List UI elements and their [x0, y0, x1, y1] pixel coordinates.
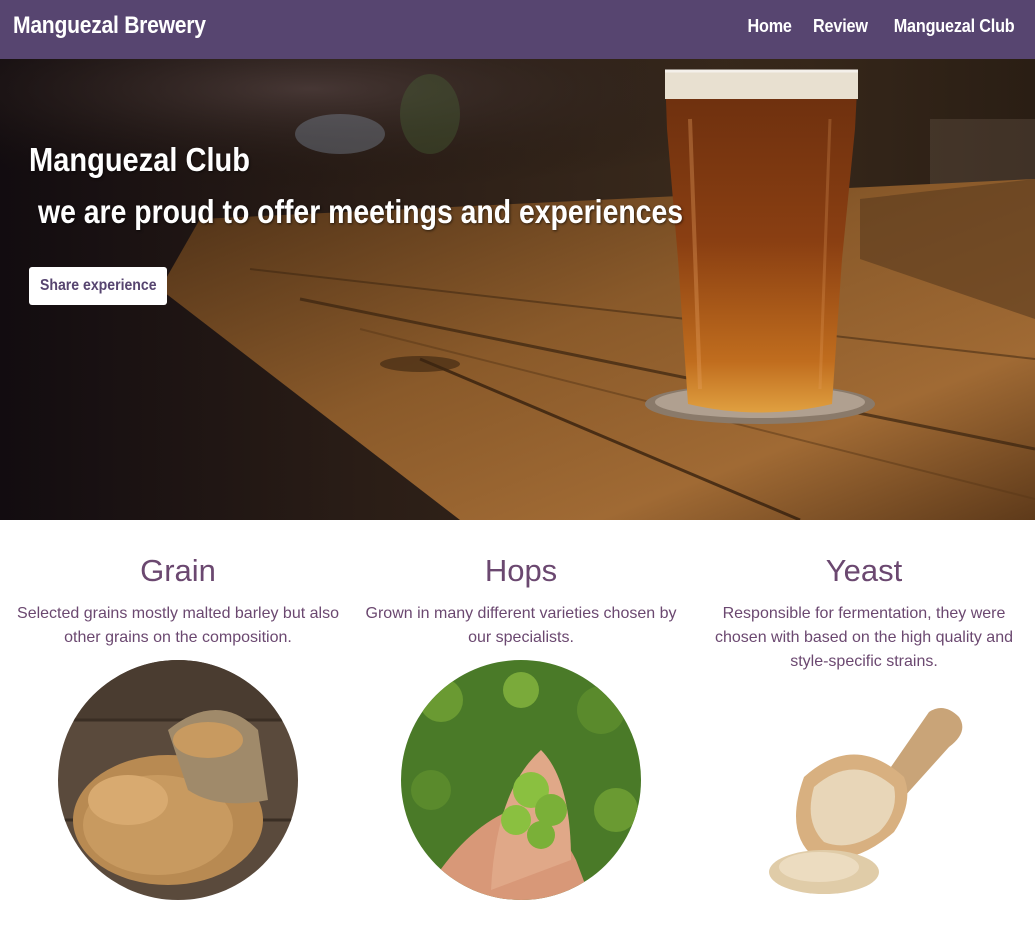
- hero-section: Manguezal Club we are proud to offer mee…: [0, 59, 1035, 520]
- feature-title-hops: Hops: [484, 553, 558, 588]
- ingredients-section: Grain Selected grains mostly malted barl…: [0, 520, 1035, 932]
- grain-image: [58, 660, 298, 900]
- share-experience-button-label: Share experience: [39, 277, 157, 294]
- share-experience-button[interactable]: Share experience: [29, 267, 167, 305]
- feature-description-grain: Selected grains mostly malted barley but…: [17, 605, 339, 646]
- yeast-image: [744, 682, 984, 922]
- hero-title: Manguezal Club: [29, 141, 251, 178]
- feature-description-hops: Grown in many different varieties chosen…: [365, 605, 677, 646]
- nav-link-review[interactable]: Review: [813, 16, 868, 37]
- feature-title-grain: Grain: [140, 553, 216, 588]
- brand-logo-text[interactable]: Manguezal Brewery: [13, 12, 206, 40]
- nav-link-manguezal-club[interactable]: Manguezal Club: [893, 16, 1014, 37]
- hero-subtitle: we are proud to offer meetings and exper…: [38, 193, 684, 230]
- navbar: Manguezal Brewery Home Review Manguezal …: [0, 0, 1035, 59]
- nav-links: Home Review Manguezal Club: [745, 16, 1021, 37]
- feature-title-yeast: Yeast: [825, 553, 903, 588]
- nav-link-home[interactable]: Home: [747, 16, 791, 37]
- feature-description-yeast: Responsible for fermentation, they were …: [715, 605, 1013, 670]
- hops-image: [401, 660, 641, 900]
